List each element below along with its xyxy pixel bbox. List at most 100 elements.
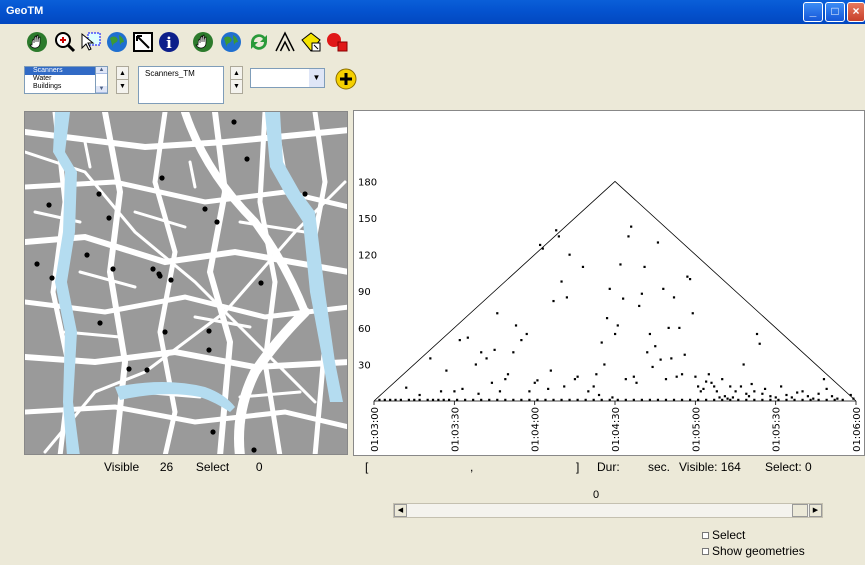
chart-point[interactable]: [721, 378, 724, 381]
chart-point[interactable]: [699, 390, 702, 393]
chart-point[interactable]: [841, 398, 844, 401]
scanner-point[interactable]: [258, 280, 264, 286]
chart-point[interactable]: [763, 387, 767, 390]
chart-point[interactable]: [758, 342, 761, 345]
select-option[interactable]: Select: [702, 528, 745, 542]
chart-point[interactable]: [557, 235, 560, 238]
chart-point[interactable]: [747, 395, 751, 398]
chart-point[interactable]: [488, 398, 491, 401]
select-button[interactable]: [78, 28, 104, 56]
chart-point[interactable]: [496, 398, 499, 401]
chart-point[interactable]: [439, 390, 443, 393]
chart-point[interactable]: [413, 398, 416, 401]
chart-point[interactable]: [774, 396, 777, 399]
globe-button-2[interactable]: [218, 28, 244, 56]
chart-point[interactable]: [426, 398, 429, 401]
scroll-down-icon[interactable]: ▼: [96, 86, 107, 93]
chart-point[interactable]: [713, 385, 716, 388]
chart-point[interactable]: [520, 339, 523, 342]
chart-point[interactable]: [533, 381, 536, 384]
add-button[interactable]: [334, 67, 358, 91]
chart-point[interactable]: [608, 287, 611, 290]
chart-point[interactable]: [624, 398, 627, 401]
chart-point[interactable]: [825, 387, 828, 390]
chart-point[interactable]: [793, 398, 796, 401]
chart-point[interactable]: [822, 378, 826, 381]
triangle-button[interactable]: [272, 28, 298, 56]
chart-point[interactable]: [493, 348, 496, 351]
chart-point[interactable]: [777, 398, 780, 401]
scanner-point[interactable]: [302, 191, 308, 197]
chart-point[interactable]: [702, 387, 705, 390]
scroll-left-icon[interactable]: ◀: [394, 504, 407, 517]
chart-point[interactable]: [678, 326, 681, 329]
chart-point[interactable]: [817, 398, 820, 401]
chart-point[interactable]: [664, 398, 668, 401]
chart-point[interactable]: [806, 395, 809, 398]
chart-point[interactable]: [726, 397, 729, 400]
scroll-up-icon[interactable]: ▲: [96, 67, 107, 74]
chart-point[interactable]: [576, 375, 579, 378]
chart-point[interactable]: [785, 393, 788, 397]
move-up-icon[interactable]: ▲: [117, 67, 128, 80]
layer-item-scanners[interactable]: Scanners: [25, 67, 95, 75]
chart-point[interactable]: [536, 398, 539, 401]
chart-point[interactable]: [624, 378, 627, 381]
chart-point[interactable]: [640, 292, 643, 295]
chart-point[interactable]: [568, 253, 571, 256]
chart-point[interactable]: [555, 229, 558, 232]
scanner-point[interactable]: [34, 261, 40, 267]
chart-point[interactable]: [512, 398, 515, 401]
chart-point[interactable]: [697, 385, 700, 388]
chart-point[interactable]: [536, 379, 539, 382]
chart-point[interactable]: [830, 395, 834, 398]
chart-point[interactable]: [383, 398, 386, 401]
chart-point[interactable]: [761, 392, 764, 395]
chart-point[interactable]: [431, 398, 435, 401]
chart-point[interactable]: [729, 398, 732, 401]
chart-point[interactable]: [466, 336, 469, 339]
chart-point[interactable]: [514, 324, 518, 327]
chart-point[interactable]: [790, 396, 793, 399]
chart-point[interactable]: [512, 351, 515, 354]
chart-point[interactable]: [490, 381, 494, 384]
chart-point[interactable]: [659, 358, 662, 361]
chart-point[interactable]: [447, 398, 451, 401]
chart-point[interactable]: [405, 386, 408, 389]
chart-point[interactable]: [565, 296, 568, 299]
chart-point[interactable]: [627, 235, 630, 238]
map-view[interactable]: [24, 111, 348, 455]
chart-point[interactable]: [608, 398, 611, 401]
chart-point[interactable]: [670, 357, 673, 360]
diamond-tag-button[interactable]: [298, 28, 324, 56]
chart-point[interactable]: [761, 398, 764, 401]
chart-point[interactable]: [605, 317, 609, 320]
chart-point[interactable]: [683, 353, 686, 356]
chart-point[interactable]: [461, 387, 464, 390]
chart-point[interactable]: [399, 398, 402, 401]
chart-point[interactable]: [480, 351, 483, 354]
chart-point[interactable]: [477, 392, 480, 395]
chart-point[interactable]: [801, 398, 804, 401]
chart-point[interactable]: [498, 390, 502, 393]
chart-point[interactable]: [686, 275, 689, 278]
chart-point[interactable]: [664, 378, 668, 381]
chart-point[interactable]: [597, 393, 601, 397]
scanner-point[interactable]: [244, 156, 250, 162]
scanner-point[interactable]: [202, 206, 208, 212]
chart-point[interactable]: [496, 312, 499, 315]
chart-point[interactable]: [635, 381, 638, 384]
chart-point[interactable]: [688, 278, 692, 281]
chart-point[interactable]: [485, 357, 488, 360]
chart-point[interactable]: [378, 398, 381, 401]
info-button[interactable]: i: [156, 28, 182, 56]
chart-point[interactable]: [705, 398, 708, 401]
chart-point[interactable]: [632, 375, 635, 378]
slider-thumb[interactable]: [792, 504, 808, 517]
scanner-point[interactable]: [49, 275, 55, 281]
chart-point[interactable]: [697, 398, 700, 401]
chart-point[interactable]: [504, 378, 507, 381]
chart-point[interactable]: [549, 369, 552, 372]
chart-point[interactable]: [718, 396, 721, 399]
scanner-point[interactable]: [162, 329, 168, 335]
